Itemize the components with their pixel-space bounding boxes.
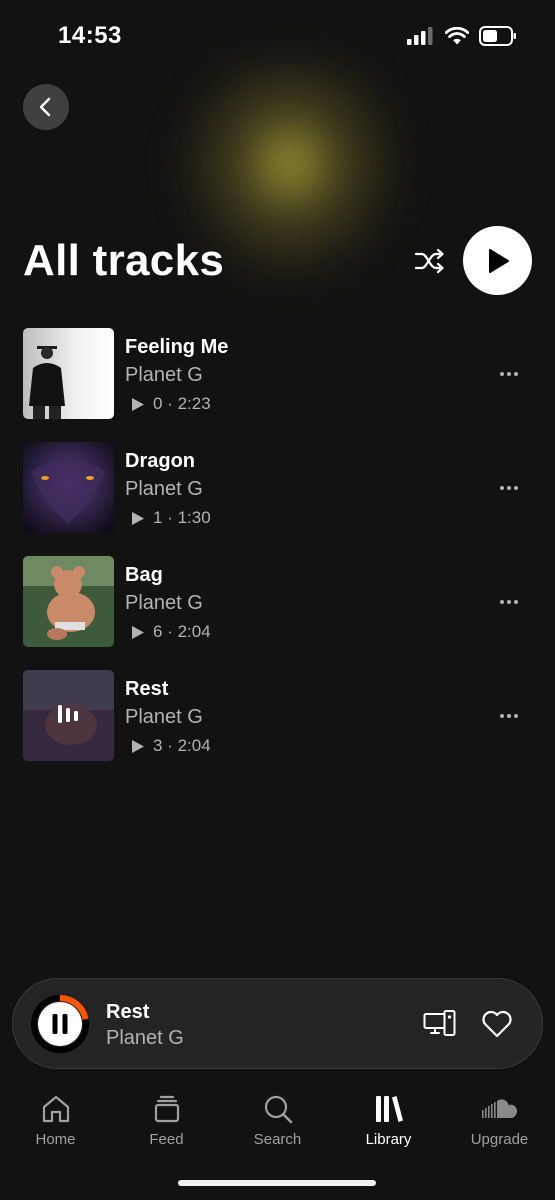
mini-player-title: Rest: [106, 1001, 150, 1023]
pause-icon: [52, 1014, 58, 1034]
back-button[interactable]: [23, 84, 69, 130]
play-count-icon: [132, 739, 144, 753]
track-artwork: [23, 556, 114, 647]
play-count-icon: [132, 397, 144, 411]
soundcloud-icon: [481, 1099, 517, 1118]
mini-player[interactable]: Rest Planet G: [12, 978, 543, 1069]
track-title: Bag: [125, 564, 163, 586]
track-duration: 2:04: [177, 736, 211, 755]
shuffle-button[interactable]: [412, 246, 448, 276]
track-meta: 1 · 1:30: [131, 508, 211, 528]
track-artwork: [23, 670, 114, 761]
status-icons: [407, 26, 517, 46]
tab-upgrade[interactable]: Upgrade: [444, 1092, 555, 1148]
track-artist: Planet G: [125, 478, 203, 500]
play-count-icon: [132, 511, 144, 525]
track-meta: 0 · 2:23: [131, 394, 211, 414]
tab-home[interactable]: Home: [0, 1092, 111, 1148]
signal-icon: [407, 27, 433, 45]
home-icon: [42, 1095, 69, 1123]
track-more-button[interactable]: [492, 590, 526, 614]
track-artist: Planet G: [125, 706, 203, 728]
track-duration: 2:04: [177, 622, 211, 641]
track-artist: Planet G: [125, 364, 203, 386]
track-meta: 6 · 2:04: [131, 622, 211, 642]
track-row[interactable]: Feeling Me Planet G 0 · 2:23: [0, 328, 555, 442]
track-row[interactable]: Rest Planet G 3 · 2:04: [0, 670, 555, 784]
tab-label: Upgrade: [470, 1131, 529, 1148]
track-more-button[interactable]: [492, 476, 526, 500]
page-title: All tracks: [23, 236, 225, 285]
wifi-icon: [445, 27, 469, 45]
track-row[interactable]: Bag Planet G 6 · 2:04: [0, 556, 555, 670]
track-plays: 1: [153, 508, 163, 527]
play-icon: [488, 248, 509, 273]
track-title: Feeling Me: [125, 336, 229, 358]
tab-label: Search: [253, 1131, 302, 1148]
tab-label: Feed: [149, 1131, 184, 1148]
more-icon: [500, 600, 504, 604]
search-icon: [264, 1095, 292, 1124]
more-icon: [500, 372, 504, 376]
track-artist: Planet G: [125, 592, 203, 614]
chevron-left-icon: [39, 97, 51, 117]
mini-player-artist: Planet G: [106, 1027, 184, 1049]
tab-search[interactable]: Search: [222, 1092, 333, 1148]
track-plays: 3: [153, 736, 163, 755]
track-list: Feeling Me Planet G 0 · 2:23 Dragon Plan…: [0, 328, 555, 784]
track-plays: 0: [153, 394, 163, 413]
devices-button[interactable]: [423, 1009, 457, 1039]
tab-library[interactable]: Library: [333, 1092, 444, 1148]
track-title: Rest: [125, 678, 169, 700]
track-duration: 2:23: [177, 394, 211, 413]
tab-label: Library: [365, 1131, 412, 1148]
home-indicator[interactable]: [178, 1180, 376, 1186]
heart-icon: [482, 1010, 512, 1038]
tab-feed[interactable]: Feed: [111, 1092, 222, 1148]
more-icon: [500, 714, 504, 718]
track-duration: 1:30: [177, 508, 211, 527]
track-title: Dragon: [125, 450, 195, 472]
track-row[interactable]: Dragon Planet G 1 · 1:30: [0, 442, 555, 556]
track-more-button[interactable]: [492, 704, 526, 728]
status-bar: 14:53: [0, 0, 555, 70]
play-all-button[interactable]: [463, 226, 532, 295]
like-button[interactable]: [481, 1009, 513, 1039]
track-artwork: [23, 328, 114, 419]
track-more-button[interactable]: [492, 362, 526, 386]
pause-button[interactable]: [31, 995, 89, 1053]
status-time: 14:53: [58, 22, 122, 49]
battery-icon: [479, 26, 516, 46]
more-icon: [500, 486, 504, 490]
library-icon: [375, 1096, 403, 1122]
track-plays: 6: [153, 622, 163, 641]
feed-icon: [154, 1095, 179, 1123]
tab-label: Home: [35, 1131, 76, 1148]
play-count-icon: [132, 625, 144, 639]
devices-icon: [423, 1010, 456, 1036]
track-artwork: [23, 442, 114, 533]
track-meta: 3 · 2:04: [131, 736, 211, 756]
shuffle-icon: [414, 248, 444, 274]
